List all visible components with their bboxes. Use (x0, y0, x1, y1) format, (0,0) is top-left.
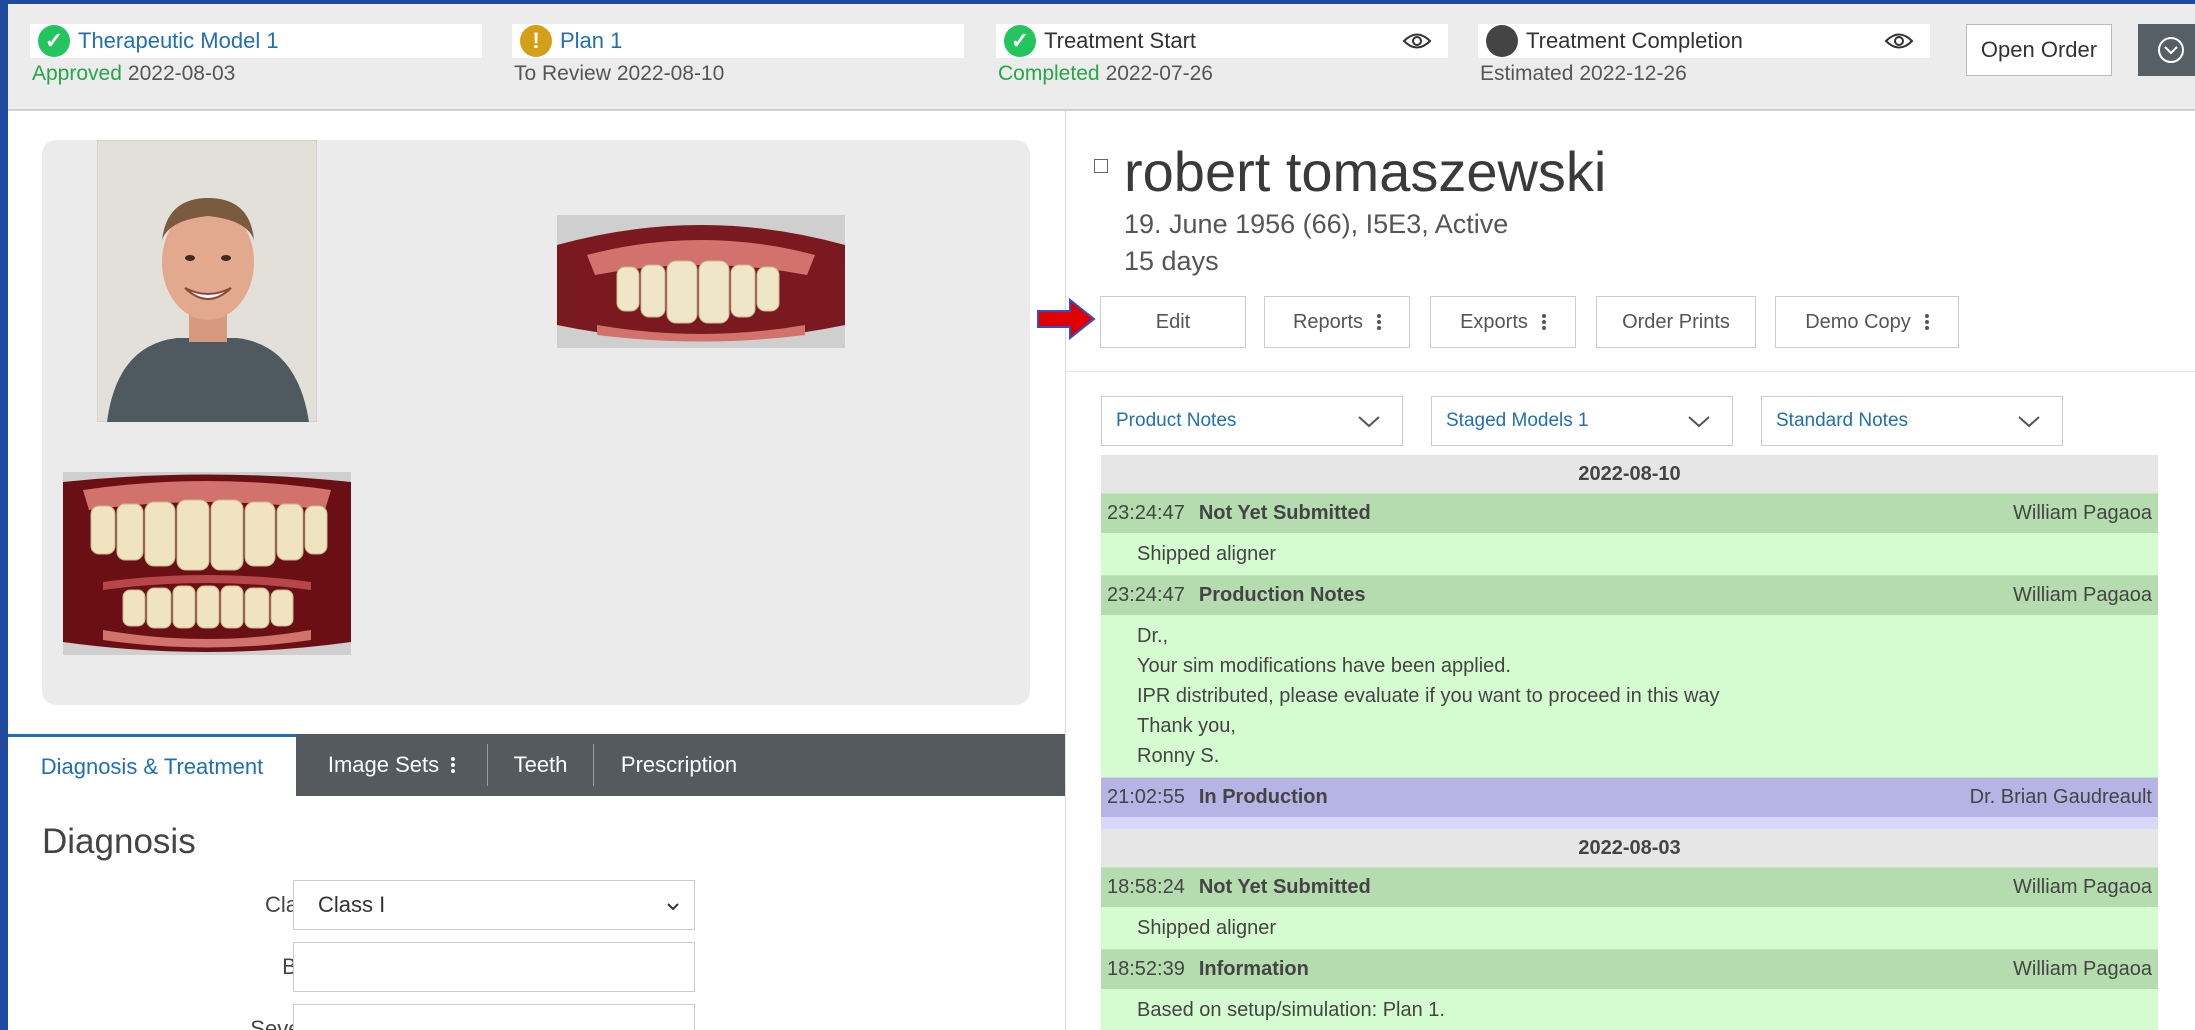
stage-treatment-start[interactable]: ✓ Treatment Start Completed 2022-07-26 (996, 24, 1448, 94)
product-notes-dropdown[interactable]: Product Notes (1101, 396, 1403, 446)
note-header[interactable]: 23:24:47 Not Yet Submitted William Pagao… (1101, 493, 2158, 533)
tab-image-sets[interactable]: Image Sets (296, 734, 487, 796)
check-icon: ✓ (1004, 25, 1036, 57)
bite-input[interactable] (293, 942, 695, 992)
class-row: Class Class I (42, 880, 702, 930)
patient-days: 15 days (1124, 246, 1219, 276)
eye-icon[interactable] (1884, 28, 1914, 54)
patient-select-checkbox[interactable] (1094, 159, 1108, 173)
open-mouth-image (63, 472, 351, 655)
stage-status: Estimated 2022-12-26 (1480, 62, 1687, 85)
stage-treatment-completion[interactable]: Treatment Completion Estimated 2022-12-26 (1478, 24, 1930, 94)
demo-copy-button[interactable]: Demo Copy (1775, 296, 1959, 348)
severe-row: Severe (42, 1004, 702, 1030)
bite-row: Bite (42, 942, 702, 992)
kebab-menu-icon (1377, 312, 1382, 332)
photo-gallery (42, 140, 1030, 705)
note-body (1101, 817, 2158, 829)
stage-name: Treatment Completion (1526, 28, 1743, 53)
stage-status: Approved 2022-08-03 (32, 62, 236, 85)
stage-plan[interactable]: ! Plan 1 To Review 2022-08-10 (512, 24, 964, 94)
note-header[interactable]: 23:24:47 Production Notes William Pagaoa (1101, 575, 2158, 615)
kebab-menu-icon (1541, 312, 1546, 332)
bite-label: Bite (120, 954, 320, 980)
eye-icon[interactable] (1402, 28, 1432, 54)
tab-bar: Diagnosis & Treatment Image Sets Teeth P… (8, 734, 1065, 796)
tab-teeth[interactable]: Teeth (488, 734, 593, 796)
note-header[interactable]: 18:52:39 Information William Pagaoa (1101, 949, 2158, 989)
warning-icon: ! (520, 25, 552, 57)
order-toggle-button[interactable] (2138, 24, 2195, 76)
kebab-menu-icon (1924, 312, 1929, 332)
stage-name[interactable]: Plan 1 (560, 28, 622, 54)
stage-status: To Review 2022-08-10 (514, 62, 725, 85)
pending-icon (1486, 25, 1518, 57)
face-photo-image (97, 140, 317, 422)
severe-input[interactable] (293, 1004, 695, 1030)
note-header[interactable]: 18:58:24 Not Yet Submitted William Pagao… (1101, 867, 2158, 907)
edit-button[interactable]: Edit (1100, 296, 1246, 348)
note-body: Based on setup/simulation: Plan 1. (1101, 989, 2158, 1030)
stage-name: Treatment Start (1044, 28, 1197, 53)
note-body: Shipped aligner (1101, 907, 2158, 949)
patient-info: 19. June 1956 (66), I5E3, Active (1124, 209, 1509, 239)
note-body: Dr., Your sim modifications have been ap… (1101, 615, 2158, 777)
divider (1066, 371, 2195, 372)
notes-list: 2022-08-10 23:24:47 Not Yet Submitted Wi… (1101, 455, 2158, 1030)
stage-box: ✓ Treatment Start (996, 24, 1448, 58)
standard-notes-dropdown[interactable]: Standard Notes (1761, 396, 2063, 446)
tab-prescription[interactable]: Prescription (594, 734, 764, 796)
upper-teeth-image (557, 215, 845, 348)
stage-name[interactable]: Therapeutic Model 1 (78, 28, 279, 54)
open-mouth-photo[interactable] (63, 472, 351, 655)
exports-button[interactable]: Exports (1430, 296, 1576, 348)
order-prints-button[interactable]: Order Prints (1596, 296, 1756, 348)
stage-therapeutic-model[interactable]: ✓ Therapeutic Model 1 Approved 2022-08-03 (30, 24, 482, 94)
stage-box: ! Plan 1 (512, 24, 964, 58)
notes-date-header: 2022-08-03 (1101, 829, 2158, 867)
staged-models-dropdown[interactable]: Staged Models 1 (1431, 396, 1733, 446)
upper-teeth-photo[interactable] (557, 215, 845, 348)
check-icon: ✓ (38, 25, 70, 57)
stage-box: ✓ Therapeutic Model 1 (30, 24, 482, 58)
note-header[interactable]: 21:02:55 In Production Dr. Brian Gaudrea… (1101, 777, 2158, 817)
reports-button[interactable]: Reports (1264, 296, 1410, 348)
patient-face-photo[interactable] (97, 140, 317, 422)
kebab-menu-icon[interactable] (451, 755, 456, 775)
chevron-down-icon (667, 903, 679, 911)
patient-panel: robert tomaszewski 19. June 1956 (66), I… (1037, 111, 2195, 1030)
severe-label: Severe (250, 1016, 320, 1030)
stage-box: Treatment Completion (1478, 24, 1930, 58)
treatment-status-bar: ✓ Therapeutic Model 1 Approved 2022-08-03… (8, 4, 2195, 111)
stage-status: Completed 2022-07-26 (998, 62, 1213, 85)
chevron-down-icon (1358, 416, 1380, 428)
red-arrow-icon (1037, 297, 1096, 341)
notes-date-header: 2022-08-10 (1101, 455, 2158, 493)
chevron-circle-icon (2157, 37, 2184, 63)
chevron-down-icon (1688, 416, 1710, 428)
chevron-down-icon (2018, 416, 2040, 428)
diagnosis-title: Diagnosis (42, 822, 196, 861)
note-body: Shipped aligner (1101, 533, 2158, 575)
open-order-button[interactable]: Open Order (1966, 24, 2112, 76)
tab-diagnosis-treatment[interactable]: Diagnosis & Treatment (8, 734, 296, 796)
patient-name: robert tomaszewski (1124, 140, 1607, 203)
class-select[interactable]: Class I (293, 880, 695, 930)
class-label: Class (120, 892, 320, 918)
